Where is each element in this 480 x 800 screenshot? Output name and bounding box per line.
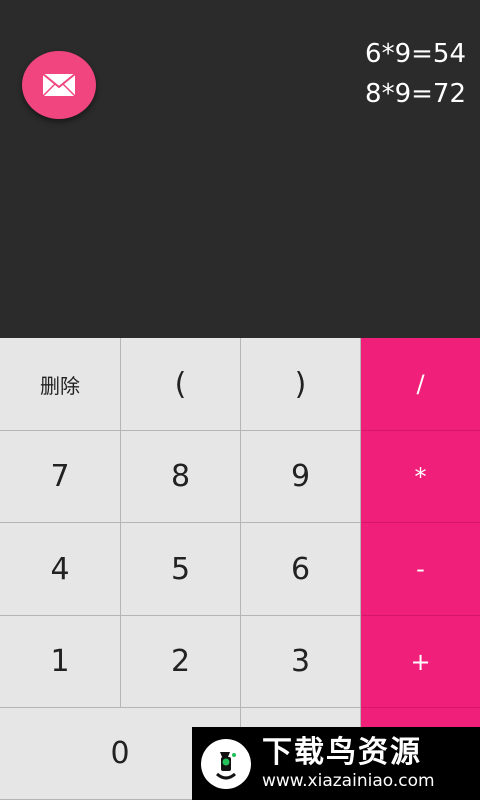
digit-1-button[interactable]: 1 (0, 616, 121, 708)
digit-5-button[interactable]: 5 (121, 523, 241, 616)
delete-button[interactable]: 删除 (0, 338, 121, 431)
divide-button[interactable]: / (361, 338, 480, 431)
digit-2-button[interactable]: 2 (121, 616, 241, 708)
mail-icon (42, 73, 76, 97)
minus-button[interactable]: - (361, 523, 480, 616)
digit-3-button[interactable]: 3 (241, 616, 361, 708)
calculation-history: 6*9=54 8*9=72 (365, 34, 466, 114)
multiply-button[interactable]: * (361, 431, 480, 523)
digit-8-button[interactable]: 8 (121, 431, 241, 523)
watermark-banner: 下载鸟资源 www.xiazainiao.com (192, 727, 480, 800)
digit-6-button[interactable]: 6 (241, 523, 361, 616)
digit-7-button[interactable]: 7 (0, 431, 121, 523)
bird-logo-icon (201, 738, 251, 789)
close-paren-button[interactable]: ) (241, 338, 361, 431)
history-line: 8*9=72 (365, 79, 466, 109)
watermark-title: 下载鸟资源 (262, 734, 422, 770)
digit-9-button[interactable]: 9 (241, 431, 361, 523)
calculator-screen: 6*9=54 8*9=72 删除 ( ) / 7 8 9 * 4 5 6 - 1… (0, 0, 480, 800)
plus-button[interactable]: + (361, 616, 480, 708)
watermark-text: 下载鸟资源 www.xiazainiao.com (262, 734, 435, 792)
digit-4-button[interactable]: 4 (0, 523, 121, 616)
open-paren-button[interactable]: ( (121, 338, 241, 431)
mail-fab-button[interactable] (22, 51, 96, 119)
history-line: 6*9=54 (365, 39, 466, 69)
result-display: 6*9=54 8*9=72 (0, 0, 480, 338)
watermark-url: www.xiazainiao.com (262, 770, 435, 791)
